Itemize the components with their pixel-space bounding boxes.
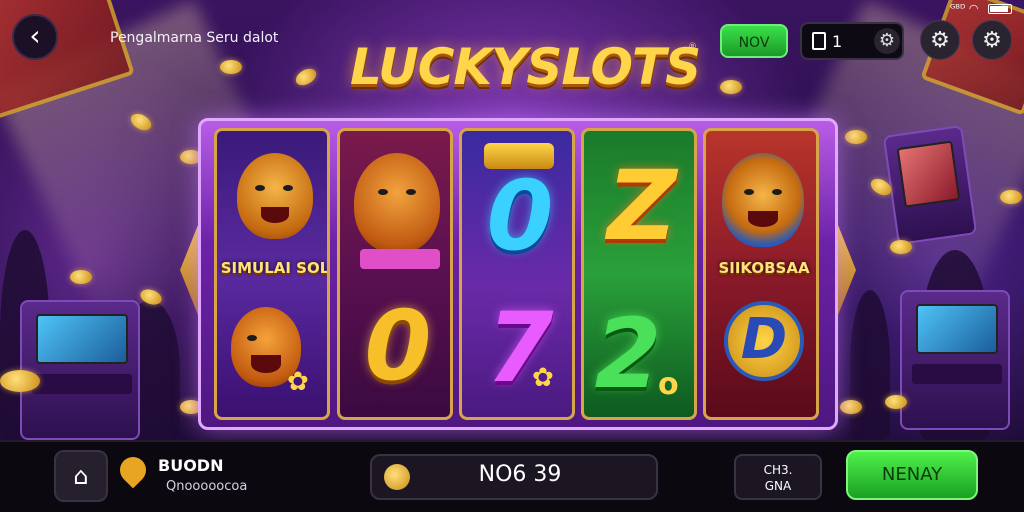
reel-4-top-digit: Z [607, 150, 677, 262]
reel-5-label: SIIKOBSAA [718, 259, 810, 277]
battery-icon [988, 4, 1012, 14]
logo-registered-mark: ® [688, 42, 697, 52]
clover-icon: ✿ [532, 363, 554, 393]
info-box-line-2: GNA [764, 479, 792, 493]
game-logo: LUCKYSLOTS [350, 38, 701, 96]
reel-5: SIIKOBSAA D [703, 128, 819, 420]
status-bar: ᴳᴮᴰ ◠ [950, 2, 1012, 15]
gear-icon: ⚙ [930, 28, 950, 53]
bet-value: NO6 39 [478, 462, 562, 487]
reel-1-label: SIMULAI SOL [220, 259, 330, 277]
coin-icon [384, 464, 410, 490]
settings-button-2[interactable]: ⚙ [972, 20, 1012, 60]
reel-3: 0 7 ✿ [459, 128, 575, 420]
play-button[interactable]: NENAY [846, 450, 978, 500]
lion-symbol [237, 153, 313, 239]
reel-1: SIMULAI SOL ✿ [214, 128, 330, 420]
wifi-icon: ◠ [968, 2, 979, 15]
reel-4-suffix: o [658, 367, 679, 402]
subtitle: Pengalmarna Seru dalot [110, 30, 279, 46]
reel-5-digit: D [740, 307, 788, 372]
chevron-left-icon: ‹ [29, 19, 41, 52]
reel-2: 0 [337, 128, 453, 420]
bowtie-icon [360, 249, 440, 269]
reel-2-digit: 0 [364, 290, 432, 402]
counter-value: 1 [832, 32, 843, 51]
clover-icon: ✿ [287, 367, 309, 397]
fox-bowtie-symbol [354, 153, 440, 253]
settings-button-1[interactable]: ⚙ [920, 20, 960, 60]
reel-3-top-digit: 0 [486, 160, 554, 272]
brand-name: BUODN [158, 456, 224, 475]
gear-icon: ⚙ [982, 28, 1002, 53]
back-button[interactable]: ‹ [12, 14, 58, 60]
home-icon: ⌂ [73, 462, 89, 490]
info-box[interactable]: CH3. GNA [734, 454, 822, 500]
now-button[interactable]: NOV [720, 24, 788, 58]
arcade-machine-right [900, 290, 1010, 430]
reel-3-bottom-digit: 7 [486, 292, 554, 404]
phone-icon [812, 32, 826, 50]
home-button[interactable]: ⌂ [54, 450, 108, 502]
arcade-machine-left [20, 300, 140, 440]
info-box-line-1: CH3. [763, 463, 793, 477]
status-text: ᴳᴮᴰ [949, 2, 966, 15]
counter-box[interactable]: 1 ⚙ [800, 22, 904, 60]
brand-subtitle: Qnooooocoa [166, 479, 248, 494]
lion-blue-symbol [722, 153, 804, 247]
gear-icon[interactable]: ⚙ [874, 28, 900, 54]
reel-4: Z 2 o [581, 128, 697, 420]
